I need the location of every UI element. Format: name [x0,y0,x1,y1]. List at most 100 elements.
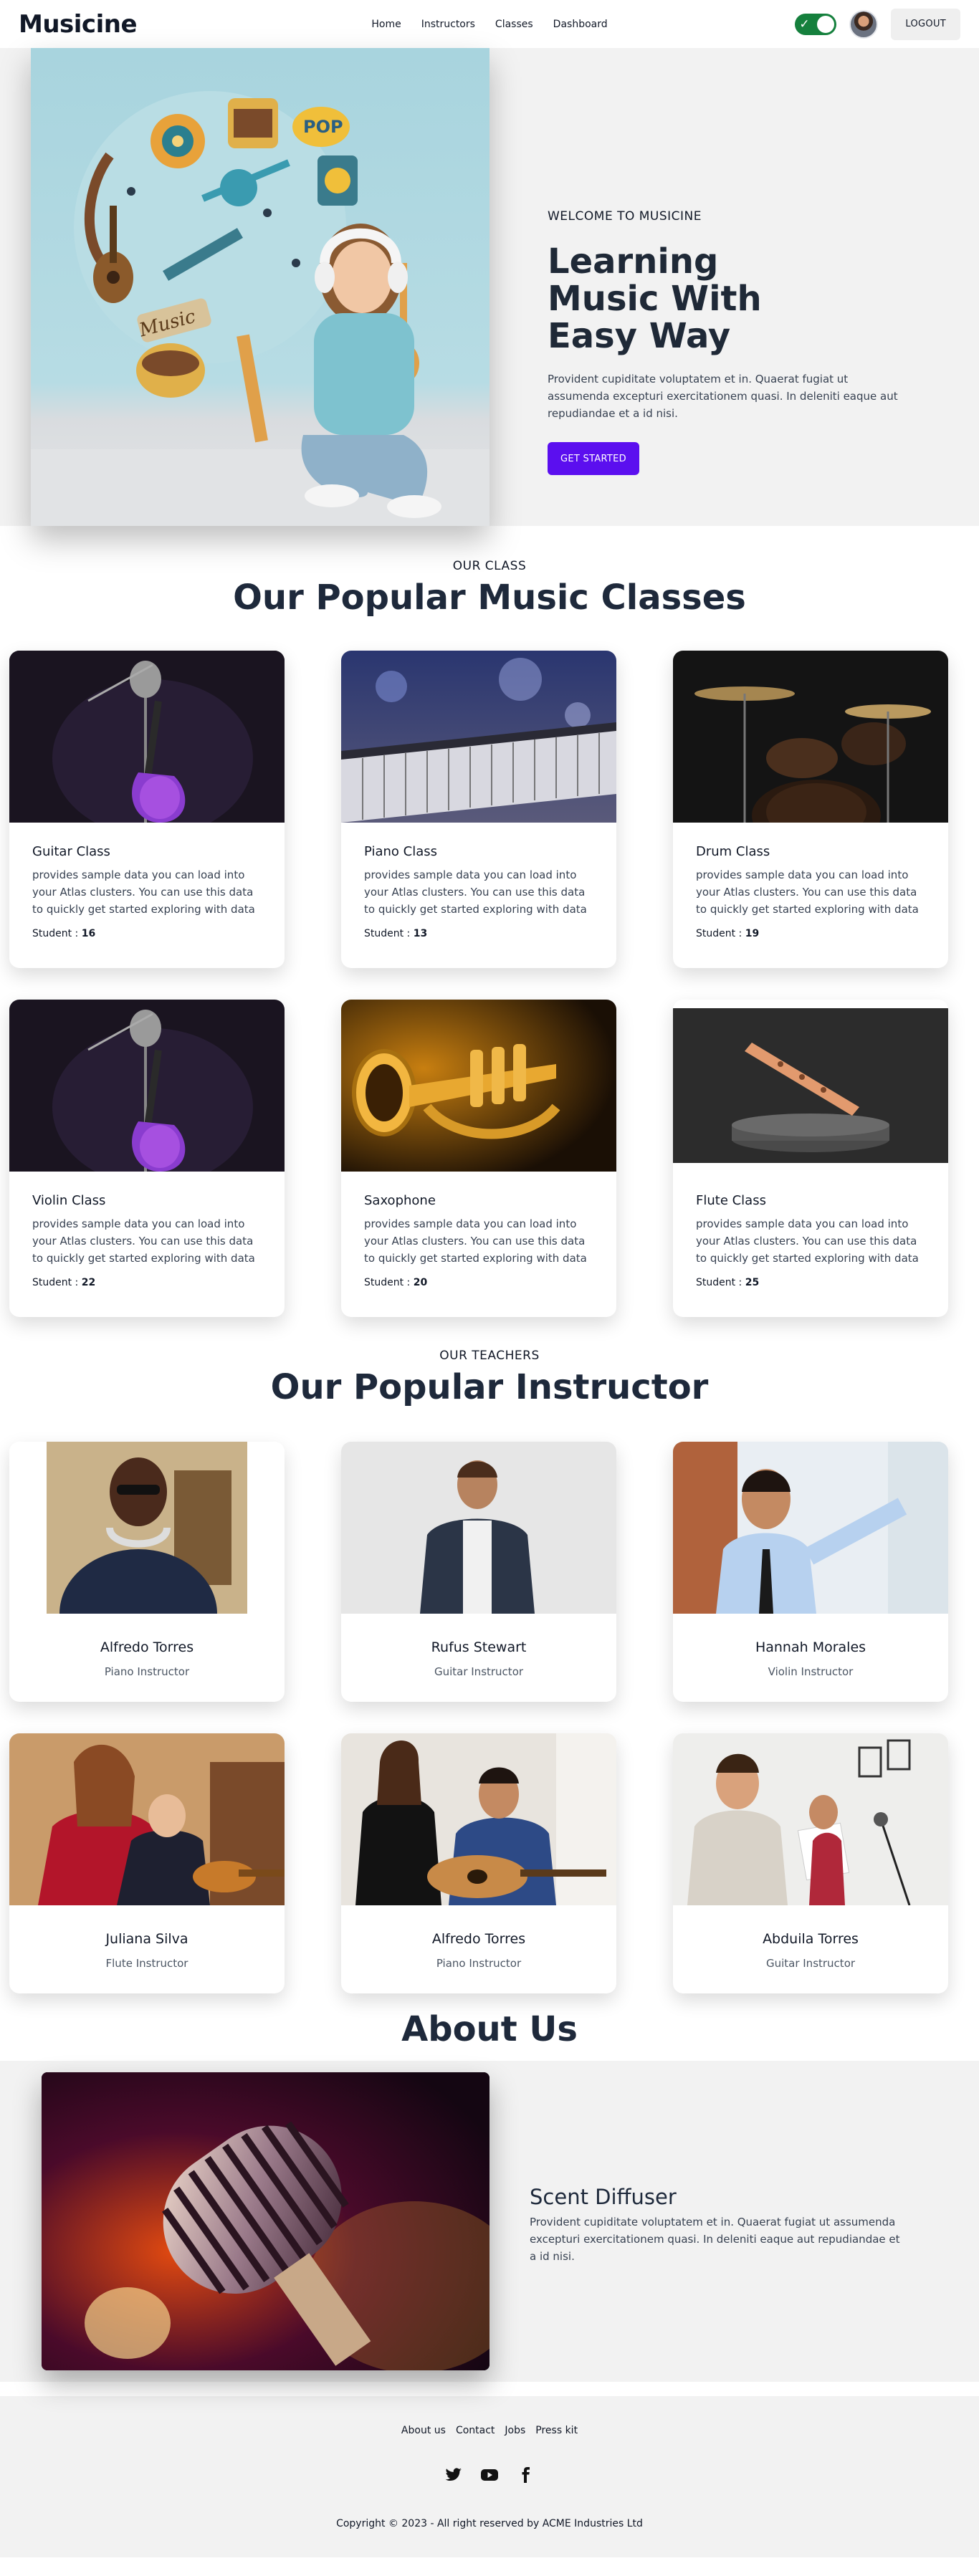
instructors-section: OUR TEACHERS Our Popular Instructor Alfr… [0,1349,979,2025]
footer: About us Contact Jobs Press kit Copyrigh… [0,2396,979,2557]
student-count: Student : 19 [696,928,760,939]
social-links [0,2465,979,2485]
class-name: Guitar Class [32,844,110,859]
instructor-name: Alfredo Torres [100,1639,194,1655]
instructor-name: Hannah Morales [755,1639,866,1655]
class-name: Saxophone [364,1193,436,1208]
student-count: Student : 13 [364,928,428,939]
classes-title: Our Popular Music Classes [233,578,746,618]
instructor-role: Guitar Instructor [765,1957,856,1970]
nav-link-instructors[interactable]: Instructors [421,19,475,30]
class-card[interactable]: Drum Class provides sample data you can … [673,651,948,968]
instructor-role: Violin Instructor [768,1665,854,1678]
hero-image: POP Music [31,48,490,526]
footer-link-contact[interactable]: Contact [456,2425,495,2436]
classes-eyebrow: OUR CLASS [452,559,527,573]
footer-link-press-kit[interactable]: Press kit [535,2425,578,2436]
instructor-card[interactable]: Alfredo Torres Piano Instructor [341,1733,616,1993]
instructor-role: Flute Instructor [105,1957,188,1970]
class-description: provides sample data you can load into y… [32,868,255,916]
class-description: provides sample data you can load into y… [364,1217,587,1265]
about-heading: Scent Diffuser [530,2185,677,2209]
hero-section: POP Music WELCOME TO MUSICINE Learning M… [0,48,979,526]
about-content: Scent Diffuser Provident cupiditate volu… [530,2185,902,2265]
student-count: Student : 25 [696,1277,760,1288]
class-name: Flute Class [696,1193,766,1208]
instructor-name: Alfredo Torres [431,1931,526,1947]
instructor-role: Piano Instructor [104,1665,190,1678]
class-image-guitar [9,651,285,823]
instructors-eyebrow: OUR TEACHERS [439,1349,540,1363]
class-description: provides sample data you can load into y… [32,1217,255,1265]
nav-link-dashboard[interactable]: Dashboard [553,19,608,30]
instructor-name: Rufus Stewart [431,1639,527,1655]
footer-link-jobs[interactable]: Jobs [505,2425,525,2436]
user-avatar[interactable] [849,9,879,39]
student-count: Student : 20 [364,1277,428,1288]
check-icon: ✓ [799,16,810,32]
student-count: Student : 16 [32,928,96,939]
footer-links: About us Contact Jobs Press kit [0,2425,979,2436]
instructor-card[interactable]: Alfredo Torres Piano Instructor [9,1442,285,1702]
about-image [42,2072,490,2370]
hero-content: WELCOME TO MUSICINE Learning Music With … [548,209,913,476]
instructor-photo [341,1733,616,1905]
instructor-photo [341,1442,616,1614]
instructor-photo [673,1442,948,1614]
class-name: Drum Class [696,844,770,859]
class-image-piano [341,651,616,823]
about-band: Scent Diffuser Provident cupiditate volu… [0,2061,979,2382]
class-description: provides sample data you can load into y… [696,868,919,916]
about-description: Provident cupiditate voluptatem et in. Q… [530,2216,900,2263]
nav-link-home[interactable]: Home [371,19,401,30]
instructor-card[interactable]: Abduila Torres Guitar Instructor [673,1733,948,1993]
class-card[interactable]: Violin Class provides sample data you ca… [9,1000,285,1317]
hero-eyebrow: WELCOME TO MUSICINE [548,209,702,224]
copyright-text: Copyright © 2023 - All right reserved by… [336,2518,643,2529]
class-image-violin [9,1000,285,1172]
theme-toggle[interactable]: ✓ [795,13,837,35]
toggle-knob [817,15,835,33]
class-description: provides sample data you can load into y… [696,1217,919,1265]
instructor-photo [673,1733,948,1905]
instructor-card[interactable]: Juliana Silva Flute Instructor [9,1733,285,1993]
class-card[interactable]: Piano Class provides sample data you can… [341,651,616,968]
instructor-photo [9,1733,285,1905]
instructor-role: Piano Instructor [436,1957,522,1970]
nav-link-classes[interactable]: Classes [495,19,533,30]
classes-grid: Guitar Class provides sample data you ca… [9,651,970,1349]
instructors-grid: Alfredo Torres Piano Instructor Rufus St… [9,1442,970,2025]
class-card[interactable]: Guitar Class provides sample data you ca… [9,651,285,968]
classes-section: OUR CLASS Our Popular Music Classes Guit… [0,526,979,1349]
instructor-name: Abduila Torres [763,1931,859,1947]
class-image-saxophone [341,1000,616,1172]
instructor-card[interactable]: Rufus Stewart Guitar Instructor [341,1442,616,1702]
class-description: provides sample data you can load into y… [364,868,587,916]
logout-button[interactable]: LOGOUT [891,8,960,40]
instructor-photo [9,1442,285,1614]
about-title: About Us [401,2009,578,2049]
instructor-name: Juliana Silva [105,1931,188,1947]
hero-description: Provident cupiditate voluptatem et in. Q… [548,373,898,421]
twitter-icon[interactable] [444,2465,464,2485]
class-card[interactable]: Flute Class provides sample data you can… [673,1000,948,1317]
footer-link-about[interactable]: About us [401,2425,446,2436]
about-section: About Us Scent Diffuser Provident cupidi… [0,2009,979,2382]
class-card[interactable]: Saxophone provides sample data you can l… [341,1000,616,1317]
facebook-icon[interactable] [515,2465,535,2485]
instructors-title: Our Popular Instructor [270,1367,709,1407]
brand-logo[interactable]: Musicine [19,10,138,39]
student-count: Student : 22 [32,1277,96,1288]
class-name: Piano Class [364,844,437,859]
instructor-role: Guitar Instructor [434,1665,524,1678]
class-name: Violin Class [32,1193,106,1208]
top-navbar: Musicine Home Instructors Classes Dashbo… [0,0,979,48]
hero-title: Learning Music With Easy Way [548,241,762,356]
class-image-drums [673,651,948,823]
nav-actions: ✓ LOGOUT [795,8,960,40]
youtube-icon[interactable] [479,2465,500,2485]
instructor-card[interactable]: Hannah Morales Violin Instructor [673,1442,948,1702]
get-started-button[interactable]: GET STARTED [548,442,639,476]
class-image-flute [673,1000,948,1172]
svg-text:POP: POP [303,117,343,137]
